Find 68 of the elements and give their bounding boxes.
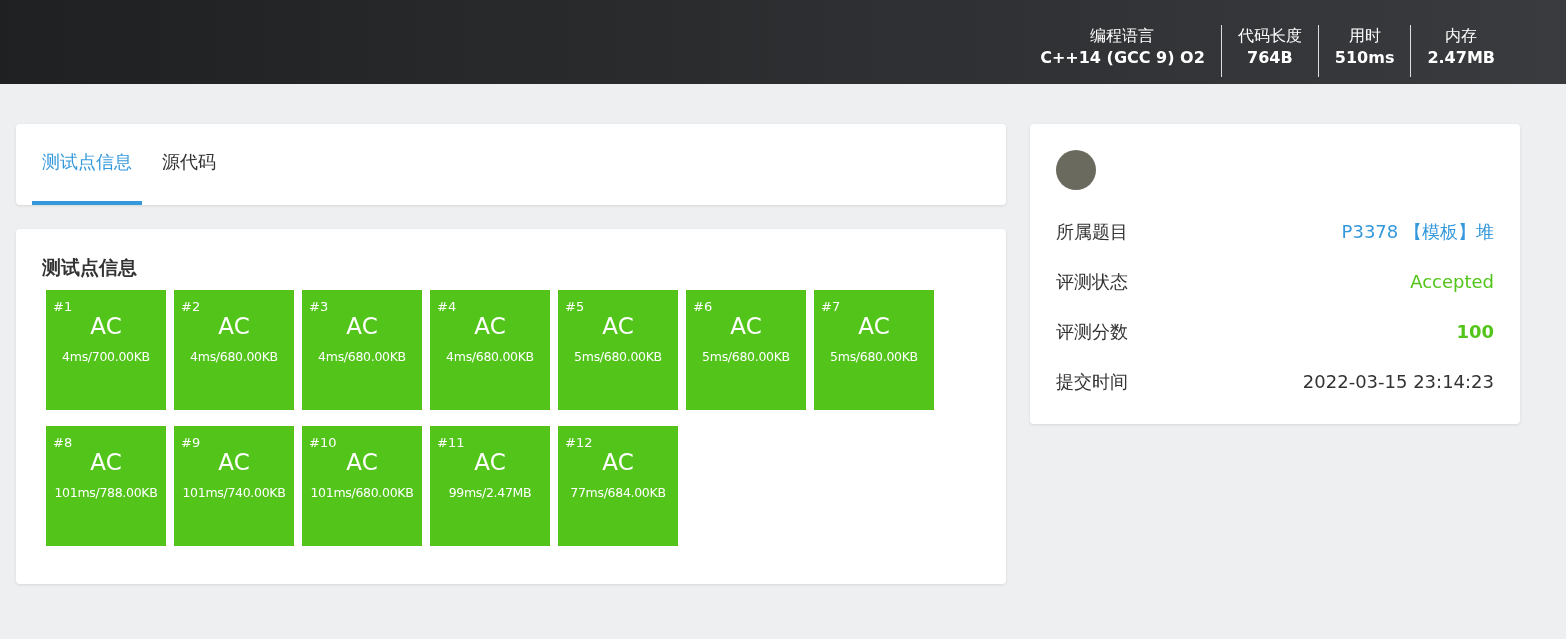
stat-value: 510ms xyxy=(1334,46,1395,69)
testcase-usage: 5ms/680.00KB xyxy=(573,348,663,367)
stat-value: C++14 (GCC 9) O2 xyxy=(1040,46,1205,69)
stat-label: 用时 xyxy=(1347,25,1382,47)
testcase-id: #1 xyxy=(52,299,74,313)
info-label: 评测分数 xyxy=(1056,319,1128,344)
testcase-result: AC xyxy=(345,448,379,477)
info-label: 评测状态 xyxy=(1056,269,1128,294)
testcase-id: #7 xyxy=(820,299,842,313)
testcase-tile[interactable]: #8 AC 101ms/788.00KB xyxy=(46,425,166,546)
testcase-result: AC xyxy=(345,312,379,341)
tab[interactable]: 测试点信息 xyxy=(32,124,142,205)
testcase-tile[interactable]: #10 AC 101ms/680.00KB xyxy=(302,425,422,546)
testcase-tile[interactable]: #3 AC 4ms/680.00KB xyxy=(302,289,422,410)
testcase-id: #10 xyxy=(308,435,338,449)
submission-problem-link[interactable]: P3378 【模板】堆 xyxy=(1341,217,1494,245)
testcase-tile[interactable]: #9 AC 101ms/740.00KB xyxy=(174,425,294,546)
testcase-result: AC xyxy=(857,312,891,341)
testcase-result: AC xyxy=(473,448,507,477)
testcase-usage: 101ms/740.00KB xyxy=(181,484,287,503)
score-value: 100 xyxy=(1456,319,1494,344)
testcase-id: #8 xyxy=(52,435,74,449)
testcase-usage: 5ms/680.00KB xyxy=(701,348,791,367)
testcase-result: AC xyxy=(601,312,635,341)
testcase-tile[interactable]: #6 AC 5ms/680.00KB xyxy=(686,289,806,410)
stat-label: 编程语言 xyxy=(1089,25,1156,47)
testcase-id: #6 xyxy=(692,299,714,313)
testcase-result: AC xyxy=(217,448,251,477)
testcase-tile[interactable]: #7 AC 5ms/680.00KB xyxy=(814,289,934,410)
stat-label: 内存 xyxy=(1444,25,1479,47)
testcase-usage: 77ms/684.00KB xyxy=(569,484,667,503)
tab[interactable]: 源代码 xyxy=(152,124,226,205)
section-title: 测试点信息 xyxy=(41,255,138,280)
testcase-usage: 99ms/2.47MB xyxy=(447,484,533,503)
testcase-id: #9 xyxy=(180,435,202,449)
testcase-result: AC xyxy=(473,312,507,341)
stat-value: 2.47MB xyxy=(1427,46,1495,69)
testcase-id: #4 xyxy=(436,299,458,313)
stat-label: 代码长度 xyxy=(1237,25,1302,47)
testcase-result: AC xyxy=(217,312,251,341)
testcase-result: AC xyxy=(89,312,123,341)
info-value: 2022-03-15 23:14:23 xyxy=(1302,369,1494,394)
testcase-result: AC xyxy=(601,448,635,477)
testcase-usage: 4ms/700.00KB xyxy=(61,348,151,367)
testcase-id: #2 xyxy=(180,299,202,313)
testcase-usage: 101ms/680.00KB xyxy=(309,484,415,503)
info-label: 所属题目 xyxy=(1056,219,1128,244)
info-label: 提交时间 xyxy=(1056,369,1128,394)
testcase-usage: 4ms/680.00KB xyxy=(445,348,535,367)
testcase-id: #3 xyxy=(308,299,330,313)
testcase-id: #12 xyxy=(564,435,594,449)
testcase-tile[interactable]: #5 AC 5ms/680.00KB xyxy=(558,289,678,410)
avatar-circle xyxy=(1056,150,1096,190)
testcase-tile[interactable]: #12 AC 77ms/684.00KB xyxy=(558,425,678,546)
testcase-usage: 4ms/680.00KB xyxy=(317,348,407,367)
testcase-id: #5 xyxy=(564,299,586,313)
testcase-result: AC xyxy=(729,312,763,341)
status-value: Accepted xyxy=(1410,269,1494,294)
testcase-tile[interactable]: #11 AC 99ms/2.47MB xyxy=(430,425,550,546)
testcase-result: AC xyxy=(89,448,123,477)
testcase-tile[interactable]: #4 AC 4ms/680.00KB xyxy=(430,289,550,410)
stat-value: 764B xyxy=(1246,46,1294,69)
testcase-usage: 4ms/680.00KB xyxy=(189,348,279,367)
testcase-tile[interactable]: #2 AC 4ms/680.00KB xyxy=(174,289,294,410)
testcase-tile[interactable]: #1 AC 4ms/700.00KB xyxy=(46,289,166,410)
testcase-id: #11 xyxy=(436,435,466,449)
testcase-usage: 101ms/788.00KB xyxy=(53,484,159,503)
testcase-usage: 5ms/680.00KB xyxy=(829,348,919,367)
